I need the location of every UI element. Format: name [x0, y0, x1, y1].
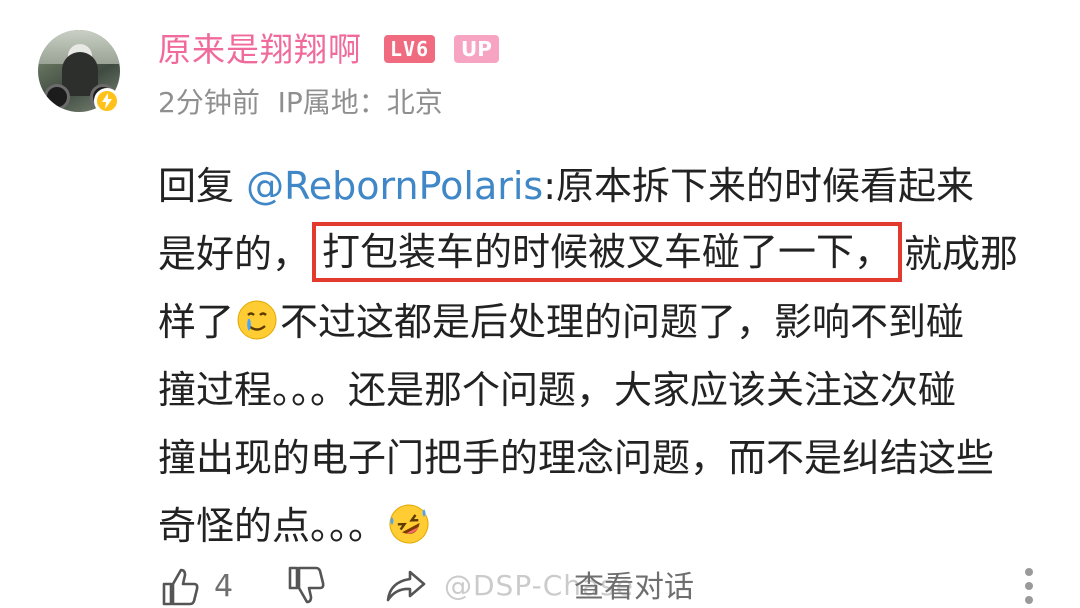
username[interactable]: 原来是翔翔啊 — [158, 28, 362, 72]
comment-text: 撞出现的电子门把手的理念问题，而不是纠结这些 — [158, 436, 995, 480]
thumbs-down-icon — [288, 566, 325, 604]
crying-smile-emoji-icon — [236, 299, 278, 341]
comment-time: 2分钟前 — [158, 86, 260, 119]
like-button[interactable]: 4 — [158, 564, 233, 608]
more-options-icon[interactable] — [1022, 568, 1036, 608]
comment-body: 回复 @RebornPolaris:原本拆下来的时候看起来 是好的， 打包装车的时… — [158, 152, 1058, 560]
reply-prefix: 回复 — [158, 164, 247, 208]
comment-text: 就成那 — [904, 232, 1019, 276]
comment-card: 原来是翔翔啊 LV6 UP 2分钟前 IP属地：北京 回复 @RebornPol… — [0, 0, 1080, 608]
ip-location: IP属地：北京 — [277, 86, 443, 119]
thumbs-up-icon — [162, 568, 199, 606]
level-badge: LV6 — [384, 35, 436, 63]
mention-link[interactable]: @RebornPolaris — [246, 164, 543, 208]
comment-meta: 2分钟前 IP属地：北京 — [158, 84, 443, 122]
verified-lightning-icon — [94, 88, 120, 114]
comment-text: 不过这都是后处理的问题了，影响不到碰 — [280, 300, 965, 344]
comment-text: 奇怪的点。。。 — [158, 504, 387, 548]
comment-text: 撞过程。。。还是那个问题，大家应该关注这次碰 — [158, 368, 957, 412]
highlighted-text: 打包装车的时候被叉车碰了一下， — [322, 230, 893, 274]
comment-text: 是好的， — [158, 232, 311, 276]
comment-text: 样了 — [158, 300, 235, 344]
dislike-button[interactable] — [284, 564, 328, 608]
share-arrow-icon — [386, 570, 426, 602]
comment-text: :原本拆下来的时候看起来 — [543, 164, 975, 208]
up-badge: UP — [454, 35, 499, 63]
highlight-box: 打包装车的时候被叉车碰了一下， — [312, 222, 903, 282]
rofl-emoji-icon — [388, 503, 430, 545]
view-conversation-link[interactable]: 查看对话 — [574, 568, 694, 608]
share-button[interactable] — [384, 564, 428, 608]
like-count: 4 — [214, 568, 234, 604]
comment-actions: 4 @DSP-Chase 查看对话 — [158, 560, 1058, 608]
